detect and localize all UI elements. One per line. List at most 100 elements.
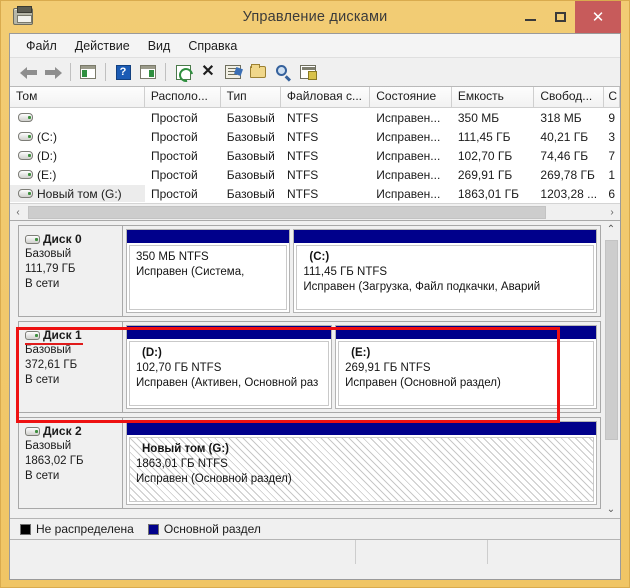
partition-block[interactable]: (E:) 269,91 ГБ NTFS Исправен (Основной р… [335,325,597,409]
partition-block[interactable]: (D:) 102,70 ГБ NTFS Исправен (Активен, О… [126,325,333,409]
scroll-track[interactable] [26,205,604,220]
volume-list-header: Том Располо... Тип Файловая с... Состоян… [10,87,620,108]
partition-size-fs: 269,91 ГБ NTFS [345,362,431,374]
volume-name-cell [10,109,145,126]
partition-status: Исправен (Активен, Основной раз [136,377,319,389]
volume-free-cell: 269,78 ГБ [540,167,595,182]
back-arrow-icon[interactable] [16,60,40,84]
scroll-down-icon[interactable]: ⌄ [603,501,619,518]
table-row[interactable]: Простой Базовый NTFS Исправен... 350 МБ … [10,108,620,127]
volume-fs-cell: NTFS [286,129,319,144]
column-header-filesystem[interactable]: Файловая с... [280,87,371,107]
disk-row[interactable]: Диск 1 Базовый 372,61 ГБ В сети (D:) 102… [18,321,601,413]
volume-list-pane: Том Располо... Тип Файловая с... Состоян… [10,87,620,221]
column-header-volume[interactable]: Том [10,87,145,107]
refresh-icon[interactable] [171,60,195,84]
show-hide-action-pane-icon[interactable] [136,60,160,84]
volume-status-cell: Исправен... [376,129,441,144]
volume-list-horizontal-scrollbar[interactable]: ‹ › [10,203,620,220]
menu-item-help[interactable]: Справка [179,36,246,56]
minimize-button[interactable] [515,1,545,33]
partition-block[interactable]: 350 МБ NTFS Исправен (Система, [126,229,291,313]
partition-color-bar [336,326,596,339]
menu-item-file[interactable]: Файл [17,36,66,56]
partition-block[interactable]: (C:) 111,45 ГБ NTFS Исправен (Загрузка, … [293,229,597,313]
table-row[interactable]: (C:) Простой Базовый NTFS Исправен... 11… [10,127,620,146]
scroll-right-icon[interactable]: › [604,205,620,220]
volume-fs-cell: NTFS [286,148,319,163]
disk-info-panel[interactable]: Диск 2 Базовый 1863,02 ГБ В сети [18,417,122,509]
all-tasks-icon[interactable] [296,60,320,84]
column-header-type[interactable]: Тип [220,87,281,107]
volume-capacity-cell: 269,91 ГБ [457,167,513,182]
partition-details: (C:) 111,45 ГБ NTFS Исправен (Загрузка, … [296,245,594,310]
graphical-view-vertical-scrollbar[interactable]: ⌃ ⌄ [603,221,619,518]
show-hide-console-tree-icon[interactable] [76,60,100,84]
close-icon: ✕ [591,9,605,26]
disk-row[interactable]: Диск 0 Базовый 111,79 ГБ В сети 350 МБ N… [18,225,601,317]
scroll-thumb[interactable] [604,240,618,440]
table-row[interactable]: Новый том (G:) Простой Базовый NTFS Испр… [10,184,620,203]
close-button[interactable]: ✕ [575,1,621,33]
maximize-icon [554,12,566,22]
forward-arrow-icon[interactable] [41,60,65,84]
disk-management-window: Управление дисками ✕ Файл Действие Вид С… [0,0,630,588]
legend-entry-unallocated: Не распределена [20,522,134,536]
partition-color-bar [127,230,290,243]
volume-free-cell: 318 МБ [540,110,582,125]
status-cell-1 [10,540,356,564]
graphical-view-content: Диск 0 Базовый 111,79 ГБ В сети 350 МБ N… [10,221,603,518]
volume-capacity-cell: 1863,01 ГБ [457,186,519,201]
status-bar [10,540,620,564]
volume-layout-cell: Простой [150,129,198,144]
scroll-track[interactable] [603,440,619,501]
legend-label-primary-partition: Основной раздел [163,522,261,536]
disk-partitions: (D:) 102,70 ГБ NTFS Исправен (Активен, О… [122,321,601,413]
column-header-capacity[interactable]: Емкость [451,87,535,107]
disk-name-label: Диск 2 [43,424,82,438]
volume-icon [18,151,33,160]
partition-color-bar [294,230,596,243]
volume-free-cell: 40,21 ГБ [540,129,589,144]
volume-layout-cell: Простой [150,167,198,182]
menu-item-view[interactable]: Вид [139,36,180,56]
table-row[interactable]: (D:) Простой Базовый NTFS Исправен... 10… [10,146,620,165]
partition-label: (E:) [351,347,371,359]
partition-block[interactable]: Новый том (G:) 1863,01 ГБ NTFS Исправен … [126,421,597,505]
help-icon[interactable]: ? [111,60,135,84]
column-header-status[interactable]: Состояние [370,87,452,107]
scroll-up-icon[interactable]: ⌃ [603,221,619,238]
disk-type-label: Базовый [25,344,72,356]
column-header-layout[interactable]: Располо... [144,87,221,107]
maximize-button[interactable] [545,1,575,33]
volume-type-cell: Базовый [226,167,275,182]
open-icon[interactable] [246,60,270,84]
volume-percent-cell: 6 [608,186,616,201]
volume-name-cell: Новый том (G:) [10,185,145,202]
disk-partitions: Новый том (G:) 1863,01 ГБ NTFS Исправен … [122,417,601,509]
table-row[interactable]: (E:) Простой Базовый NTFS Исправен... 26… [10,165,620,184]
partition-status: Исправен (Основной раздел) [136,473,292,485]
volume-percent-cell: 9 [608,110,616,125]
disk-info-panel[interactable]: Диск 0 Базовый 111,79 ГБ В сети [18,225,122,317]
scroll-left-icon[interactable]: ‹ [10,205,26,220]
delete-icon[interactable]: ✕ [196,60,220,84]
volume-percent-cell: 7 [608,148,616,163]
properties-icon[interactable] [221,60,245,84]
disk-row[interactable]: Диск 2 Базовый 1863,02 ГБ В сети Новый т… [18,417,601,509]
legend-swatch-unallocated [20,523,31,535]
scroll-thumb[interactable] [28,205,546,219]
volume-fs-cell: NTFS [286,110,319,125]
client-area: Файл Действие Вид Справка ? ✕ Том Распол… [9,33,621,580]
partition-color-bar [127,422,596,435]
title-bar: Управление дисками ✕ [9,1,621,33]
volume-type-cell: Базовый [226,186,275,201]
menu-item-action[interactable]: Действие [66,36,139,56]
rescan-disks-icon[interactable] [271,60,295,84]
disk-info-panel[interactable]: Диск 1 Базовый 372,61 ГБ В сети [18,321,122,413]
legend-swatch-primary-partition [147,523,159,535]
disk-management-icon [13,6,33,26]
column-header-free[interactable]: Свобод... [534,87,605,107]
column-header-percent-free[interactable]: С [604,87,620,107]
partition-size-fs: 102,70 ГБ NTFS [136,362,222,374]
